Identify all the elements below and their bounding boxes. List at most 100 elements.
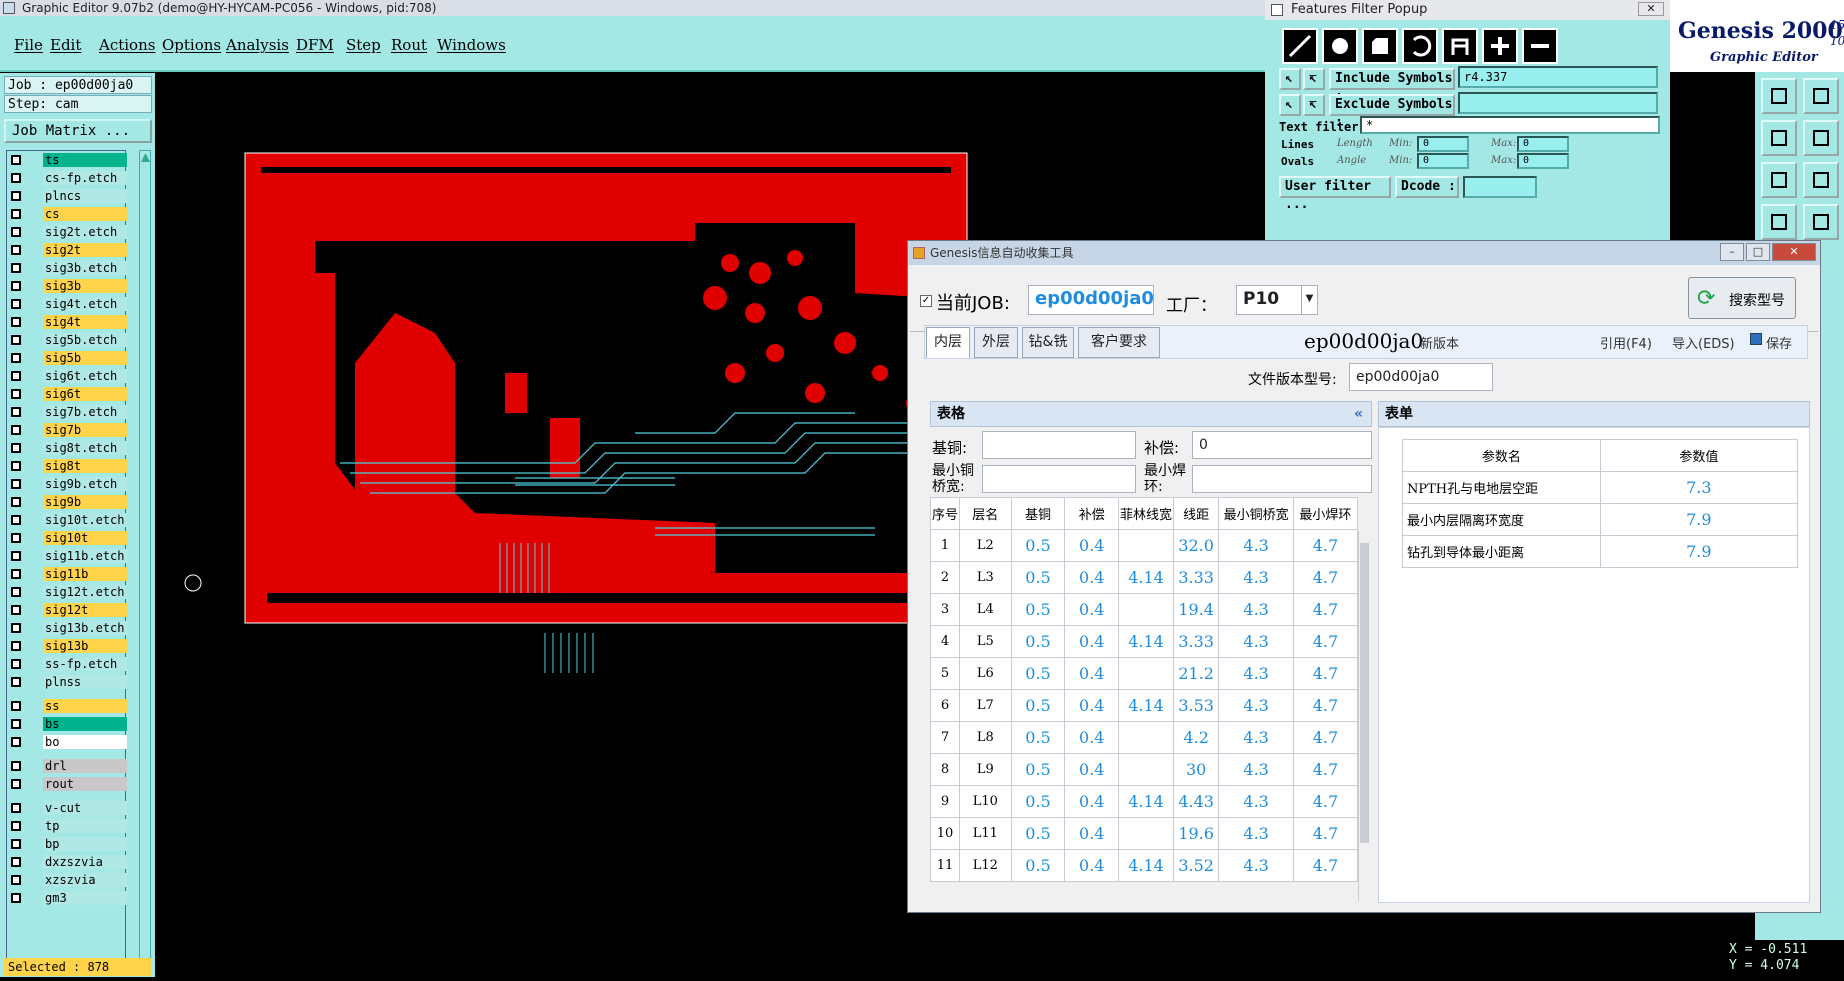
layer-row[interactable]: sig6t	[9, 387, 127, 401]
grid-cell[interactable]: 0.4	[1064, 849, 1120, 882]
menu-rout[interactable]: Rout	[391, 36, 427, 54]
grid-scrollbar[interactable]	[1358, 531, 1370, 901]
layer-checkbox[interactable]	[11, 443, 21, 453]
grid-cell[interactable]: L7	[958, 689, 1012, 722]
exclude-pick-icon[interactable]: ↖	[1279, 94, 1301, 116]
grid-cell[interactable]	[1118, 593, 1174, 626]
arc-tool-icon[interactable]	[1402, 28, 1438, 64]
grid-cell[interactable]: 0.4	[1064, 753, 1120, 786]
form-row[interactable]: NPTH孔与电地层空距 7.3	[1402, 471, 1799, 504]
grid-cell[interactable]: 4.7	[1292, 753, 1359, 786]
layer-row[interactable]: sig12t.etch	[9, 585, 127, 599]
layer-name[interactable]: ts	[43, 153, 127, 167]
grid-cell[interactable]: 0.5	[1010, 689, 1066, 722]
grid-cell[interactable]: 3.52	[1172, 849, 1220, 882]
layer-name[interactable]: cs-fp.etch	[43, 171, 127, 185]
layer-checkbox[interactable]	[11, 479, 21, 489]
layer-checkbox[interactable]	[11, 191, 21, 201]
grid-cell[interactable]: 0.5	[1010, 817, 1066, 850]
layer-row[interactable]: bp	[9, 837, 127, 851]
layer-checkbox[interactable]	[11, 893, 21, 903]
grid-cell[interactable]: 4.14	[1118, 849, 1174, 882]
layer-checkbox[interactable]	[11, 389, 21, 399]
grid-cell[interactable]: 3.33	[1172, 625, 1220, 658]
grid-cell[interactable]: 4.7	[1292, 689, 1359, 722]
grid-cell[interactable]: 0.4	[1064, 657, 1120, 690]
param-value[interactable]: 7.3	[1599, 471, 1799, 504]
grid-row[interactable]: 5 L6 0.5 0.4 21.2 4.3 4.7	[930, 657, 1359, 690]
layer-checkbox[interactable]	[11, 821, 21, 831]
menu-actions[interactable]: Actions	[99, 36, 155, 54]
grid-cell[interactable]: 0.5	[1010, 785, 1066, 818]
close-icon[interactable]: ✕	[1772, 243, 1816, 261]
dcode-input[interactable]	[1463, 176, 1537, 198]
save-tool-icon[interactable]	[1803, 78, 1839, 114]
grid-col-header[interactable]: 最小焊环	[1292, 497, 1359, 530]
layer-name[interactable]: tp	[43, 819, 127, 833]
layer-row[interactable]: plncs	[9, 189, 127, 203]
layer-row[interactable]: drl	[9, 759, 127, 773]
layer-checkbox[interactable]	[11, 209, 21, 219]
layer-checkbox[interactable]	[11, 227, 21, 237]
grid-col-header[interactable]: 最小铜桥宽	[1218, 497, 1294, 530]
layer-checkbox[interactable]	[11, 353, 21, 363]
layer-name[interactable]: sig10t	[43, 531, 127, 545]
layer-name[interactable]: sig2t.etch	[43, 225, 127, 239]
layer-name[interactable]: sig3b	[43, 279, 127, 293]
grid-cell[interactable]: 4.7	[1292, 785, 1359, 818]
layer-row[interactable]: cs	[9, 207, 127, 221]
layer-name[interactable]: sig10t.etch	[43, 513, 127, 527]
grid-cell[interactable]: 0.5	[1010, 625, 1066, 658]
layer-checkbox[interactable]	[11, 551, 21, 561]
menu-windows[interactable]: Windows	[437, 36, 506, 54]
grid-cell[interactable]: 3	[930, 593, 960, 626]
layer-name[interactable]: sig8t	[43, 459, 127, 473]
grid-cell[interactable]: 32.0	[1172, 529, 1220, 562]
grid-cell[interactable]	[1118, 721, 1174, 754]
layer-row[interactable]: ss-fp.etch	[9, 657, 127, 671]
layer-name[interactable]: sig9b	[43, 495, 127, 509]
layer-checkbox[interactable]	[11, 719, 21, 729]
layer-name[interactable]: cs	[43, 207, 127, 221]
tab-inner-layer[interactable]: 内层	[926, 327, 970, 358]
grid-cell[interactable]: 0.5	[1010, 657, 1066, 690]
layer-row[interactable]: sig2t	[9, 243, 127, 257]
layer-row[interactable]: sig10t	[9, 531, 127, 545]
layer-row[interactable]: sig13b	[9, 639, 127, 653]
layer-row[interactable]: sig11b.etch	[9, 549, 127, 563]
menu-options[interactable]: Options	[162, 36, 221, 54]
search-model-button[interactable]: ⟳ 搜索型号	[1688, 277, 1796, 319]
layer-name[interactable]: bs	[43, 717, 127, 731]
layer-checkbox[interactable]	[11, 761, 21, 771]
layer-name[interactable]: xzszvia	[43, 873, 127, 887]
grid-cell[interactable]: 4.3	[1218, 657, 1294, 690]
layer-checkbox[interactable]	[11, 515, 21, 525]
layer-checkbox[interactable]	[11, 605, 21, 615]
length-max-input[interactable]: 0	[1517, 136, 1569, 152]
layer-row[interactable]: sig9b.etch	[9, 477, 127, 491]
layer-name[interactable]: sig11b.etch	[43, 549, 127, 563]
ovals-checkbox[interactable]: Ovals	[1281, 155, 1314, 168]
grid-cell[interactable]: 4.3	[1218, 689, 1294, 722]
layer-name[interactable]: sig9b.etch	[43, 477, 127, 491]
grid-col-header[interactable]: 层名	[958, 497, 1012, 530]
grid-col-header[interactable]: 序号	[930, 497, 960, 530]
grid-row[interactable]: 6 L7 0.5 0.4 4.14 3.53 4.3 4.7	[930, 689, 1359, 722]
grid-cell[interactable]: 4	[930, 625, 960, 658]
layer-checkbox[interactable]	[11, 569, 21, 579]
layer-checkbox[interactable]	[11, 701, 21, 711]
layer-name[interactable]: sig4t	[43, 315, 127, 329]
grid-cell[interactable]: 7	[930, 721, 960, 754]
layer-checkbox[interactable]	[11, 803, 21, 813]
layer-name[interactable]: drl	[43, 759, 127, 773]
layer-checkbox[interactable]	[11, 641, 21, 651]
file-version-input[interactable]: ep00d00ja0	[1349, 363, 1493, 391]
grid-cell[interactable]: 0.4	[1064, 689, 1120, 722]
line-tool-icon[interactable]	[1282, 28, 1318, 64]
layer-row[interactable]: sig2t.etch	[9, 225, 127, 239]
layer-name[interactable]: sig12t	[43, 603, 127, 617]
grid-cell[interactable]: 4.14	[1118, 785, 1174, 818]
min-ring-input[interactable]	[1192, 465, 1372, 493]
grid-row[interactable]: 7 L8 0.5 0.4 4.2 4.3 4.7	[930, 721, 1359, 754]
grid-cell[interactable]	[1118, 657, 1174, 690]
